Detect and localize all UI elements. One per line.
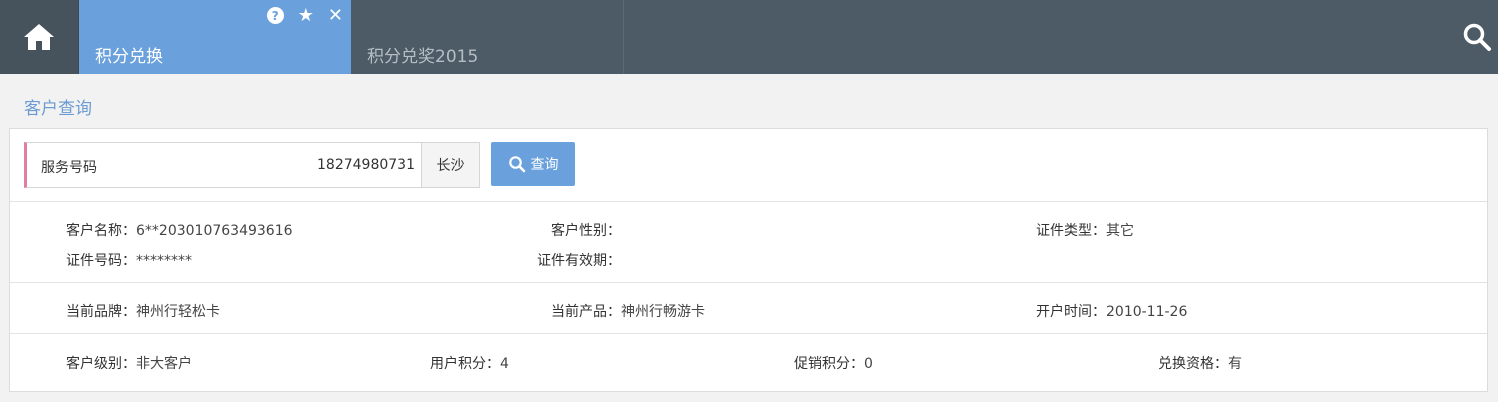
open-time-value: 2010-11-26 — [1106, 304, 1188, 320]
user-points-field: 用户积分：4 — [430, 353, 509, 373]
service-number-input[interactable]: 18274980731 — [317, 157, 415, 173]
star-icon[interactable]: ★ — [298, 5, 314, 26]
customer-level-field: 客户级别：非大客户 — [66, 353, 192, 373]
tab-label: 积分兑换 — [95, 47, 163, 67]
close-icon[interactable]: ✕ — [328, 5, 343, 26]
id-type-label: 证件类型： — [1036, 223, 1106, 239]
exchange-eligibility-value: 有 — [1228, 356, 1242, 372]
customer-name-value: 6**203010763493616 — [136, 223, 293, 239]
current-product-field: 当前产品：神州行畅游卡 — [551, 301, 705, 321]
open-time-label: 开户时间： — [1036, 304, 1106, 320]
customer-name-label: 客户名称： — [66, 223, 136, 239]
id-type-field: 证件类型：其它 — [1036, 220, 1134, 240]
current-brand-value: 神州行轻松卡 — [136, 304, 220, 320]
divider — [10, 201, 1487, 202]
search-icon — [508, 156, 525, 173]
user-points-label: 用户积分： — [430, 356, 500, 372]
id-validity-label: 证件有效期： — [537, 253, 621, 269]
current-brand-field: 当前品牌：神州行轻松卡 — [66, 301, 220, 321]
promo-points-field: 促销积分：0 — [794, 353, 873, 373]
customer-query-panel: 服务号码 18274980731 长沙 查询 客户名称：6**203010763… — [9, 128, 1488, 392]
open-time-field: 开户时间：2010-11-26 — [1036, 301, 1187, 321]
exchange-eligibility-label: 兑换资格： — [1158, 356, 1228, 372]
customer-level-value: 非大客户 — [136, 356, 192, 372]
id-number-label: 证件号码： — [66, 253, 136, 269]
id-type-value: 其它 — [1106, 223, 1134, 239]
id-number-field: 证件号码：******** — [66, 250, 192, 270]
home-button[interactable] — [0, 0, 79, 74]
query-button[interactable]: 查询 — [491, 142, 575, 186]
service-number-label: 服务号码 — [41, 160, 97, 176]
tab-points-exchange[interactable]: ? ★ ✕ 积分兑换 — [79, 0, 351, 74]
tab-label: 积分兑奖2015 — [367, 47, 479, 67]
current-brand-label: 当前品牌： — [66, 304, 136, 320]
promo-points-value: 0 — [864, 356, 873, 372]
customer-gender-field: 客户性别： — [551, 220, 621, 240]
current-product-label: 当前产品： — [551, 304, 621, 320]
city-selector[interactable]: 长沙 — [421, 143, 479, 187]
user-points-value: 4 — [500, 356, 509, 372]
customer-name-field: 客户名称：6**203010763493616 — [66, 220, 293, 240]
home-icon — [24, 24, 54, 50]
section-title: 客户查询 — [24, 99, 92, 119]
customer-gender-label: 客户性别： — [551, 223, 621, 239]
query-button-label: 查询 — [530, 157, 559, 173]
promo-points-label: 促销积分： — [794, 356, 864, 372]
id-number-value: ******** — [136, 253, 192, 269]
customer-level-label: 客户级别： — [66, 356, 136, 372]
current-product-value: 神州行畅游卡 — [621, 304, 705, 320]
top-navigation-bar: ? ★ ✕ 积分兑换 积分兑奖2015 — [0, 0, 1498, 74]
tab-points-redeem-2015[interactable]: 积分兑奖2015 — [351, 0, 624, 74]
help-icon[interactable]: ? — [266, 7, 284, 24]
global-search-button[interactable] — [1462, 22, 1492, 56]
divider — [10, 282, 1487, 283]
service-number-field: 服务号码 18274980731 长沙 — [24, 142, 480, 188]
search-icon — [1463, 23, 1491, 51]
tab-actions: ? ★ ✕ — [266, 5, 343, 26]
id-validity-field: 证件有效期： — [537, 250, 621, 270]
exchange-eligibility-field: 兑换资格：有 — [1158, 353, 1242, 373]
divider — [10, 333, 1487, 334]
